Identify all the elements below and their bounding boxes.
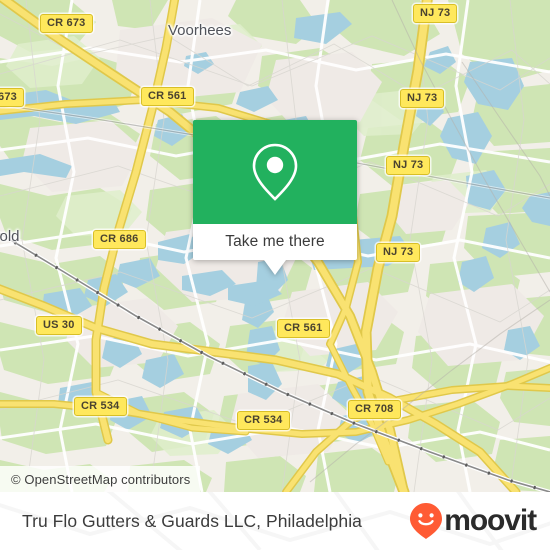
shield-cr-534-left[interactable]: CR 534 (74, 397, 127, 416)
take-me-there-button[interactable]: Take me there (193, 224, 357, 275)
footer-bar: Tru Flo Gutters & Guards LLC, Philadelph… (0, 492, 550, 550)
shield-cr-686[interactable]: CR 686 (93, 230, 146, 249)
place-label-voorhees: Voorhees (168, 22, 232, 39)
shield-cr-561-bottom[interactable]: CR 561 (277, 319, 330, 338)
shield-nj-73-4[interactable]: NJ 73 (376, 243, 421, 262)
popup-pointer-tail (264, 260, 286, 275)
shield-cr-708[interactable]: CR 708 (348, 400, 401, 419)
shield-nj-73-3[interactable]: NJ 73 (386, 156, 431, 175)
map-pin-icon (252, 143, 298, 201)
footer-content: Tru Flo Gutters & Guards LLC, Philadelph… (0, 492, 550, 550)
shield-cr-561-top[interactable]: CR 561 (141, 87, 194, 106)
place-label-partial-left: vold (0, 228, 20, 245)
osm-attribution[interactable]: © OpenStreetMap contributors (0, 466, 201, 492)
shield-us-30[interactable]: US 30 (36, 316, 82, 335)
shield-cr-673-left[interactable]: 673 (0, 88, 24, 107)
shield-cr-534-mid[interactable]: CR 534 (237, 411, 290, 430)
moovit-smiley-pin-icon (410, 503, 443, 539)
map-canvas[interactable]: Voorhees vold CR 673 673 CR 561 CR 686 U… (0, 0, 550, 492)
shield-nj-73-1[interactable]: NJ 73 (413, 4, 458, 23)
moovit-brand[interactable]: moovit (409, 502, 537, 540)
page-title: Tru Flo Gutters & Guards LLC, Philadelph… (22, 510, 362, 531)
location-popup-card[interactable]: Take me there (193, 120, 357, 275)
moovit-wordmark: moovit (444, 504, 537, 537)
screenshot-root: Voorhees vold CR 673 673 CR 561 CR 686 U… (0, 0, 550, 550)
shield-cr-673-top[interactable]: CR 673 (40, 14, 93, 33)
popup-icon-area (193, 120, 357, 224)
shield-nj-73-2[interactable]: NJ 73 (400, 89, 445, 108)
take-me-there-label: Take me there (225, 233, 325, 250)
osm-attribution-text: © OpenStreetMap contributors (11, 471, 191, 487)
